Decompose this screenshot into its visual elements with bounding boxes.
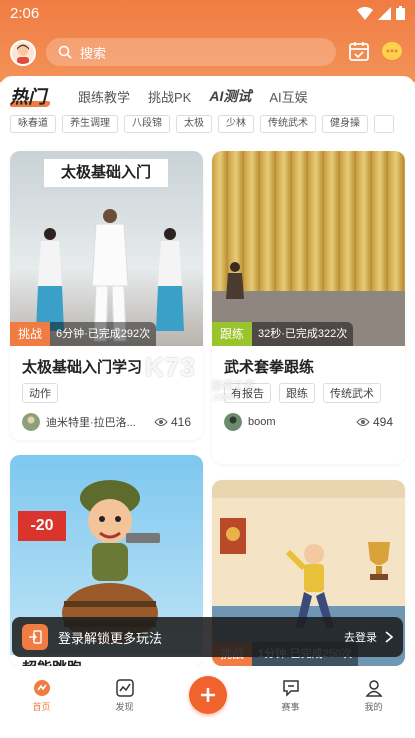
search-bar[interactable]: 搜索 (46, 38, 336, 66)
nav-discover[interactable]: 发现 (95, 678, 155, 713)
message-icon[interactable] (380, 41, 404, 63)
profile-icon (364, 680, 383, 697)
plus-icon (188, 676, 227, 714)
author-avatar (22, 413, 40, 431)
tab-follow-teach[interactable]: 跟练教学 (78, 87, 130, 106)
app-header: 2:06 搜索 (0, 0, 415, 82)
chip-aerobics[interactable]: 健身操 (322, 115, 368, 133)
tab-challenge-pk[interactable]: 挑战PK (148, 87, 191, 106)
chip-wing-chun[interactable]: 咏春道 (10, 115, 56, 133)
battery-icon (396, 6, 405, 20)
author-name: boom (248, 416, 276, 428)
category-tabs: 热门 跟练教学 挑战PK AI测试 AI互娱 (8, 83, 308, 109)
eye-icon (356, 417, 370, 427)
score-sign: -20 (18, 511, 66, 541)
tab-hot[interactable]: 热门 (8, 83, 60, 109)
card-title: 超能跳跑 (22, 657, 191, 666)
author-avatar (224, 413, 242, 431)
site-watermark: K73 游戏之家 .com (145, 352, 255, 403)
signal-icon (378, 6, 391, 20)
calendar-icon[interactable] (348, 40, 370, 62)
author-name: 迪米特里·拉巴洛... (46, 417, 136, 429)
trophy-icon (368, 542, 390, 580)
category-chips: 咏春道 养生调理 八段锦 太极 少林 传统武术 健身操 (10, 115, 415, 133)
card-thumbnail: 跟练 32秒·已完成322次 (212, 151, 405, 346)
challenge-tag: 挑战 (10, 322, 51, 346)
nav-profile[interactable]: 我的 (344, 678, 404, 713)
banner-icon (220, 518, 246, 554)
nav-create[interactable] (178, 676, 238, 714)
duration-info: 32秒·已完成322次 (252, 322, 354, 346)
card-thumbnail: 太极基础入门 挑战 6分钟·已完成292次 (10, 151, 203, 346)
eye-icon (154, 417, 168, 427)
search-placeholder: 搜索 (80, 45, 107, 61)
go-login-link[interactable]: 去登录 (344, 629, 377, 645)
chip-traditional[interactable]: 传统武术 (260, 115, 316, 133)
nav-home[interactable]: 首页 (12, 678, 72, 713)
login-icon (22, 624, 48, 650)
toast-message: 登录解锁更多玩法 (58, 630, 163, 646)
follow-tag: 跟练 (212, 322, 253, 346)
chip-more[interactable] (374, 115, 394, 133)
card-tag[interactable]: 动作 (22, 383, 58, 403)
search-icon (58, 45, 72, 59)
view-count: 494 (356, 415, 393, 429)
status-icons (357, 6, 405, 20)
tab-ai-fun[interactable]: AI互娱 (269, 87, 307, 106)
events-icon (282, 680, 299, 697)
status-time: 2:06 (10, 5, 40, 22)
discover-icon (115, 679, 134, 697)
duration-info: 6分钟·已完成292次 (50, 322, 157, 346)
card-author: boom 494 (224, 413, 393, 431)
performer-figure (226, 262, 244, 299)
card-author: 迪米特里·拉巴洛... 416 (22, 413, 191, 431)
tab-ai-test[interactable]: AI测试 (209, 86, 251, 106)
chip-taiji[interactable]: 太极 (176, 115, 212, 133)
card-tag[interactable]: 传统武术 (323, 383, 381, 403)
home-icon (33, 680, 50, 696)
bottom-nav: 首页 发现 赛事 我的 (0, 666, 415, 738)
view-count: 416 (154, 415, 191, 429)
login-toast[interactable]: 登录解锁更多玩法 去登录 (12, 617, 403, 657)
video-card[interactable]: 跟练 32秒·已完成322次 武术套拳跟练 有报告 跟练 传统武术 boom 4… (212, 151, 405, 464)
chip-baduanjin[interactable]: 八段锦 (124, 115, 170, 133)
wifi-icon (357, 6, 373, 20)
chevron-right-icon[interactable] (385, 631, 393, 643)
chip-shaolin[interactable]: 少林 (218, 115, 254, 133)
chip-health[interactable]: 养生调理 (62, 115, 118, 133)
thumbnail-title: 太极基础入门 (44, 159, 168, 187)
nav-events[interactable]: 赛事 (261, 678, 321, 713)
card-tag[interactable]: 跟练 (279, 383, 315, 403)
user-avatar[interactable] (10, 40, 36, 66)
